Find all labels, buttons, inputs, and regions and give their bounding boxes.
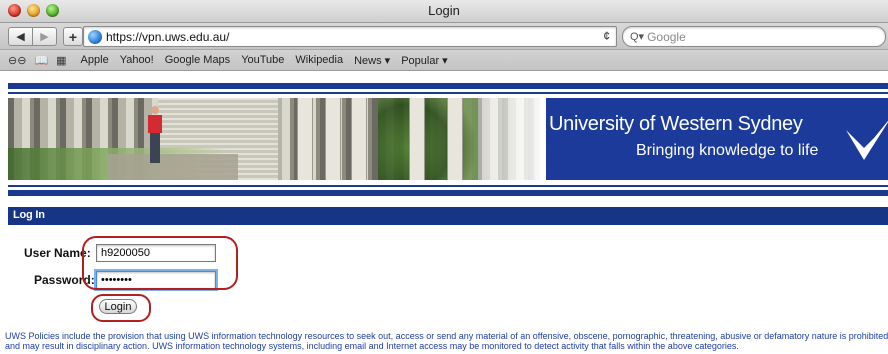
search-field[interactable]: Q▾ Google (622, 26, 886, 47)
bookmark-news-menu[interactable]: News ▾ (354, 54, 390, 67)
address-text: https://vpn.uws.edu.au/ (106, 29, 230, 44)
search-icon[interactable]: Q▾ (630, 30, 644, 43)
top-thin-stripe (8, 92, 888, 94)
add-bookmark-button[interactable]: + (63, 27, 83, 46)
password-label: Password: (34, 273, 95, 287)
bottom-stripe (8, 190, 888, 196)
uws-logo-icon (846, 120, 888, 160)
login-button[interactable]: Login (99, 299, 137, 314)
reading-glasses-icon[interactable]: ⊖⊖ (8, 54, 26, 67)
username-input[interactable] (96, 244, 216, 262)
bookmark-apple[interactable]: Apple (81, 54, 109, 66)
window-title: Login (428, 3, 460, 18)
back-button[interactable]: ◀ (8, 27, 33, 46)
search-placeholder: Google (647, 29, 686, 44)
university-brand: University of Western Sydney Bringing kn… (546, 98, 888, 180)
grid-icon[interactable]: ▦ (56, 54, 66, 67)
header-banner: University of Western Sydney Bringing kn… (8, 98, 888, 180)
address-bar[interactable]: https://vpn.uws.edu.au/ ¢ (83, 26, 617, 47)
bookmark-yahoo[interactable]: Yahoo! (120, 54, 154, 66)
login-section-header: Log In (8, 207, 888, 225)
bookmark-youtube[interactable]: YouTube (241, 54, 284, 66)
bookmarks-bar: ⊖⊖ 📖 ▦ Apple Yahoo! Google Maps YouTube … (0, 50, 888, 71)
policy-notice: UWS Policies include the provision that … (5, 331, 888, 351)
university-tagline: Bringing knowledge to life (636, 142, 819, 159)
bottom-thin-stripe (8, 185, 888, 187)
reload-icon[interactable]: ¢ (603, 29, 610, 43)
browser-toolbar: ◀ ▶ + https://vpn.uws.edu.au/ ¢ Q▾ Googl… (0, 23, 888, 50)
university-name: University of Western Sydney (549, 113, 803, 135)
window-titlebar: Login (0, 0, 888, 23)
top-stripe (8, 83, 888, 89)
student-figure (148, 106, 162, 164)
username-label: User Name: (24, 246, 91, 260)
bookmark-popular-menu[interactable]: Popular ▾ (401, 54, 448, 67)
web-page: University of Western Sydney Bringing kn… (0, 71, 888, 354)
forward-button[interactable]: ▶ (32, 27, 57, 46)
campus-photo (8, 98, 540, 180)
login-section-title: Log In (13, 209, 45, 221)
bookmark-wikipedia[interactable]: Wikipedia (295, 54, 343, 66)
globe-icon (88, 29, 102, 44)
password-input[interactable] (96, 271, 216, 289)
book-icon[interactable]: 📖 (34, 54, 48, 67)
bookmark-google-maps[interactable]: Google Maps (165, 54, 230, 66)
